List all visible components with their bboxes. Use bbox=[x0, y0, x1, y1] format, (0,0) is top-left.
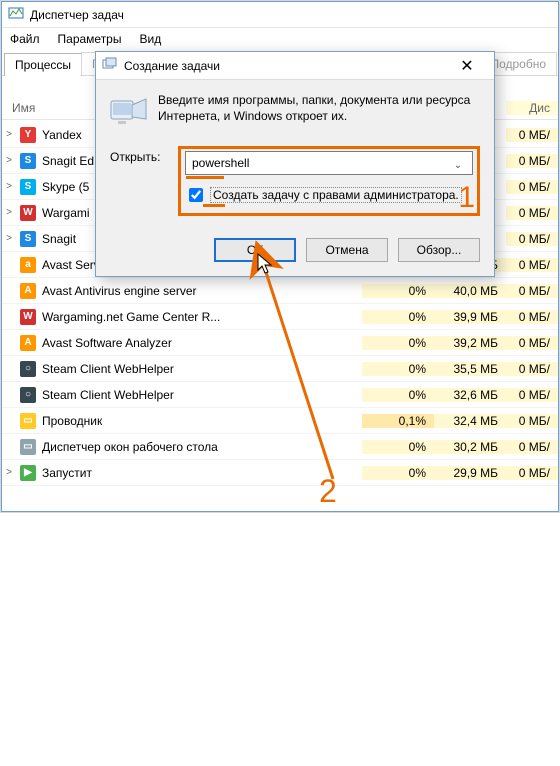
ok-button[interactable]: ОК bbox=[214, 238, 296, 262]
run-icon bbox=[102, 56, 118, 75]
cpu-value: 0% bbox=[362, 466, 434, 480]
process-name: ○Steam Client WebHelper bbox=[16, 387, 362, 403]
disk-value: 0 МБ/ bbox=[506, 388, 558, 402]
app-icon: S bbox=[20, 179, 36, 195]
admin-checkbox[interactable] bbox=[189, 188, 203, 202]
dialog-title: Создание задачи bbox=[124, 59, 220, 73]
app-icon: ▶ bbox=[20, 465, 36, 481]
disk-value: 0 МБ/ bbox=[506, 414, 558, 428]
mem-value: 32,6 МБ bbox=[434, 388, 506, 402]
close-icon: ✕ bbox=[460, 56, 473, 76]
mem-value: 29,9 МБ bbox=[434, 466, 506, 480]
mem-value: 35,5 МБ bbox=[434, 362, 506, 376]
annotation-underline bbox=[186, 176, 224, 179]
expand-icon[interactable]: > bbox=[2, 233, 16, 244]
disk-value: 0 МБ/ bbox=[506, 206, 558, 220]
close-button[interactable]: ✕ bbox=[446, 52, 488, 79]
cpu-value: 0% bbox=[362, 440, 434, 454]
mem-value: 39,9 МБ bbox=[434, 310, 506, 324]
cancel-button[interactable]: Отмена bbox=[306, 238, 388, 262]
cpu-value: 0% bbox=[362, 284, 434, 298]
browse-button[interactable]: Обзор... bbox=[398, 238, 480, 262]
disk-value: 0 МБ/ bbox=[506, 336, 558, 350]
dialog-titlebar: Создание задачи ✕ bbox=[96, 52, 494, 80]
expand-icon[interactable]: > bbox=[2, 181, 16, 192]
disk-value: 0 МБ/ bbox=[506, 284, 558, 298]
mem-value: 30,2 МБ bbox=[434, 440, 506, 454]
cpu-value: 0% bbox=[362, 388, 434, 402]
table-row[interactable]: AAvast Antivirus engine server0%40,0 МБ0… bbox=[2, 278, 558, 304]
menu-options[interactable]: Параметры bbox=[58, 32, 122, 46]
titlebar: Диспетчер задач bbox=[2, 2, 558, 28]
disk-value: 0 МБ/ bbox=[506, 310, 558, 324]
menu-bar: Файл Параметры Вид bbox=[2, 28, 558, 50]
table-row[interactable]: ○Steam Client WebHelper0%32,6 МБ0 МБ/ bbox=[2, 382, 558, 408]
expand-icon[interactable]: > bbox=[2, 467, 16, 478]
menu-file[interactable]: Файл bbox=[10, 32, 40, 46]
app-icon: S bbox=[20, 231, 36, 247]
task-manager-icon bbox=[8, 5, 24, 24]
disk-value: 0 МБ/ bbox=[506, 232, 558, 246]
cpu-value: 0% bbox=[362, 336, 434, 350]
expand-icon[interactable]: > bbox=[2, 155, 16, 166]
open-label: Открыть: bbox=[110, 146, 168, 164]
app-icon: a bbox=[20, 257, 36, 273]
table-row[interactable]: ▭Проводник0,1%32,4 МБ0 МБ/ bbox=[2, 408, 558, 434]
app-icon: Y bbox=[20, 127, 36, 143]
table-row[interactable]: AAvast Software Analyzer0%39,2 МБ0 МБ/ bbox=[2, 330, 558, 356]
process-name: ▭Диспетчер окон рабочего стола bbox=[16, 439, 362, 455]
app-icon: ○ bbox=[20, 387, 36, 403]
process-name: AAvast Antivirus engine server bbox=[16, 283, 362, 299]
table-row[interactable]: >▶Запустит0%29,9 МБ0 МБ/ bbox=[2, 460, 558, 486]
window-title: Диспетчер задач bbox=[30, 8, 124, 22]
run-dialog-icon bbox=[110, 92, 148, 132]
annotation-number-2: 2 bbox=[319, 473, 337, 510]
mem-value: 40,0 МБ bbox=[434, 284, 506, 298]
disk-value: 0 МБ/ bbox=[506, 180, 558, 194]
menu-view[interactable]: Вид bbox=[139, 32, 161, 46]
process-name: AAvast Software Analyzer bbox=[16, 335, 362, 351]
table-row[interactable]: WWargaming.net Game Center R...0%39,9 МБ… bbox=[2, 304, 558, 330]
dialog-prompt: Введите имя программы, папки, документа … bbox=[158, 92, 480, 132]
process-name: ○Steam Client WebHelper bbox=[16, 361, 362, 377]
disk-value: 0 МБ/ bbox=[506, 440, 558, 454]
process-name: ▭Проводник bbox=[16, 413, 362, 429]
app-icon: ▭ bbox=[20, 413, 36, 429]
open-input[interactable] bbox=[185, 151, 473, 175]
mem-value: 32,4 МБ bbox=[434, 414, 506, 428]
cpu-value: 0% bbox=[362, 362, 434, 376]
disk-value: 0 МБ/ bbox=[506, 362, 558, 376]
cpu-value: 0,1% bbox=[362, 414, 434, 428]
app-icon: W bbox=[20, 309, 36, 325]
disk-value: 0 МБ/ bbox=[506, 466, 558, 480]
header-disk[interactable]: Дис bbox=[506, 101, 558, 115]
annotation-number-1: 1 bbox=[458, 181, 475, 215]
dropdown-icon[interactable]: ⌄ bbox=[451, 158, 465, 172]
process-name: WWargaming.net Game Center R... bbox=[16, 309, 362, 325]
mem-value: 39,2 МБ bbox=[434, 336, 506, 350]
app-icon: ○ bbox=[20, 361, 36, 377]
app-icon: S bbox=[20, 153, 36, 169]
annotation-underline-2 bbox=[203, 204, 225, 207]
create-task-dialog: Создание задачи ✕ Введите имя программы,… bbox=[95, 51, 495, 277]
table-row[interactable]: ▭Диспетчер окон рабочего стола0%30,2 МБ0… bbox=[2, 434, 558, 460]
tab-processes[interactable]: Процессы bbox=[4, 53, 82, 76]
highlight-box: ⌄ Создать задачу с правами администратор… bbox=[178, 146, 480, 216]
app-icon: A bbox=[20, 283, 36, 299]
process-name: ▶Запустит bbox=[16, 465, 362, 481]
app-icon: ▭ bbox=[20, 439, 36, 455]
cpu-value: 0% bbox=[362, 310, 434, 324]
app-icon: A bbox=[20, 335, 36, 351]
expand-icon[interactable]: > bbox=[2, 207, 16, 218]
disk-value: 0 МБ/ bbox=[506, 128, 558, 142]
disk-value: 0 МБ/ bbox=[506, 154, 558, 168]
admin-checkbox-label: Создать задачу с правами администратора. bbox=[210, 187, 462, 203]
app-icon: W bbox=[20, 205, 36, 221]
expand-icon[interactable]: > bbox=[2, 129, 16, 140]
disk-value: 0 МБ/ bbox=[506, 258, 558, 272]
table-row[interactable]: ○Steam Client WebHelper0%35,5 МБ0 МБ/ bbox=[2, 356, 558, 382]
